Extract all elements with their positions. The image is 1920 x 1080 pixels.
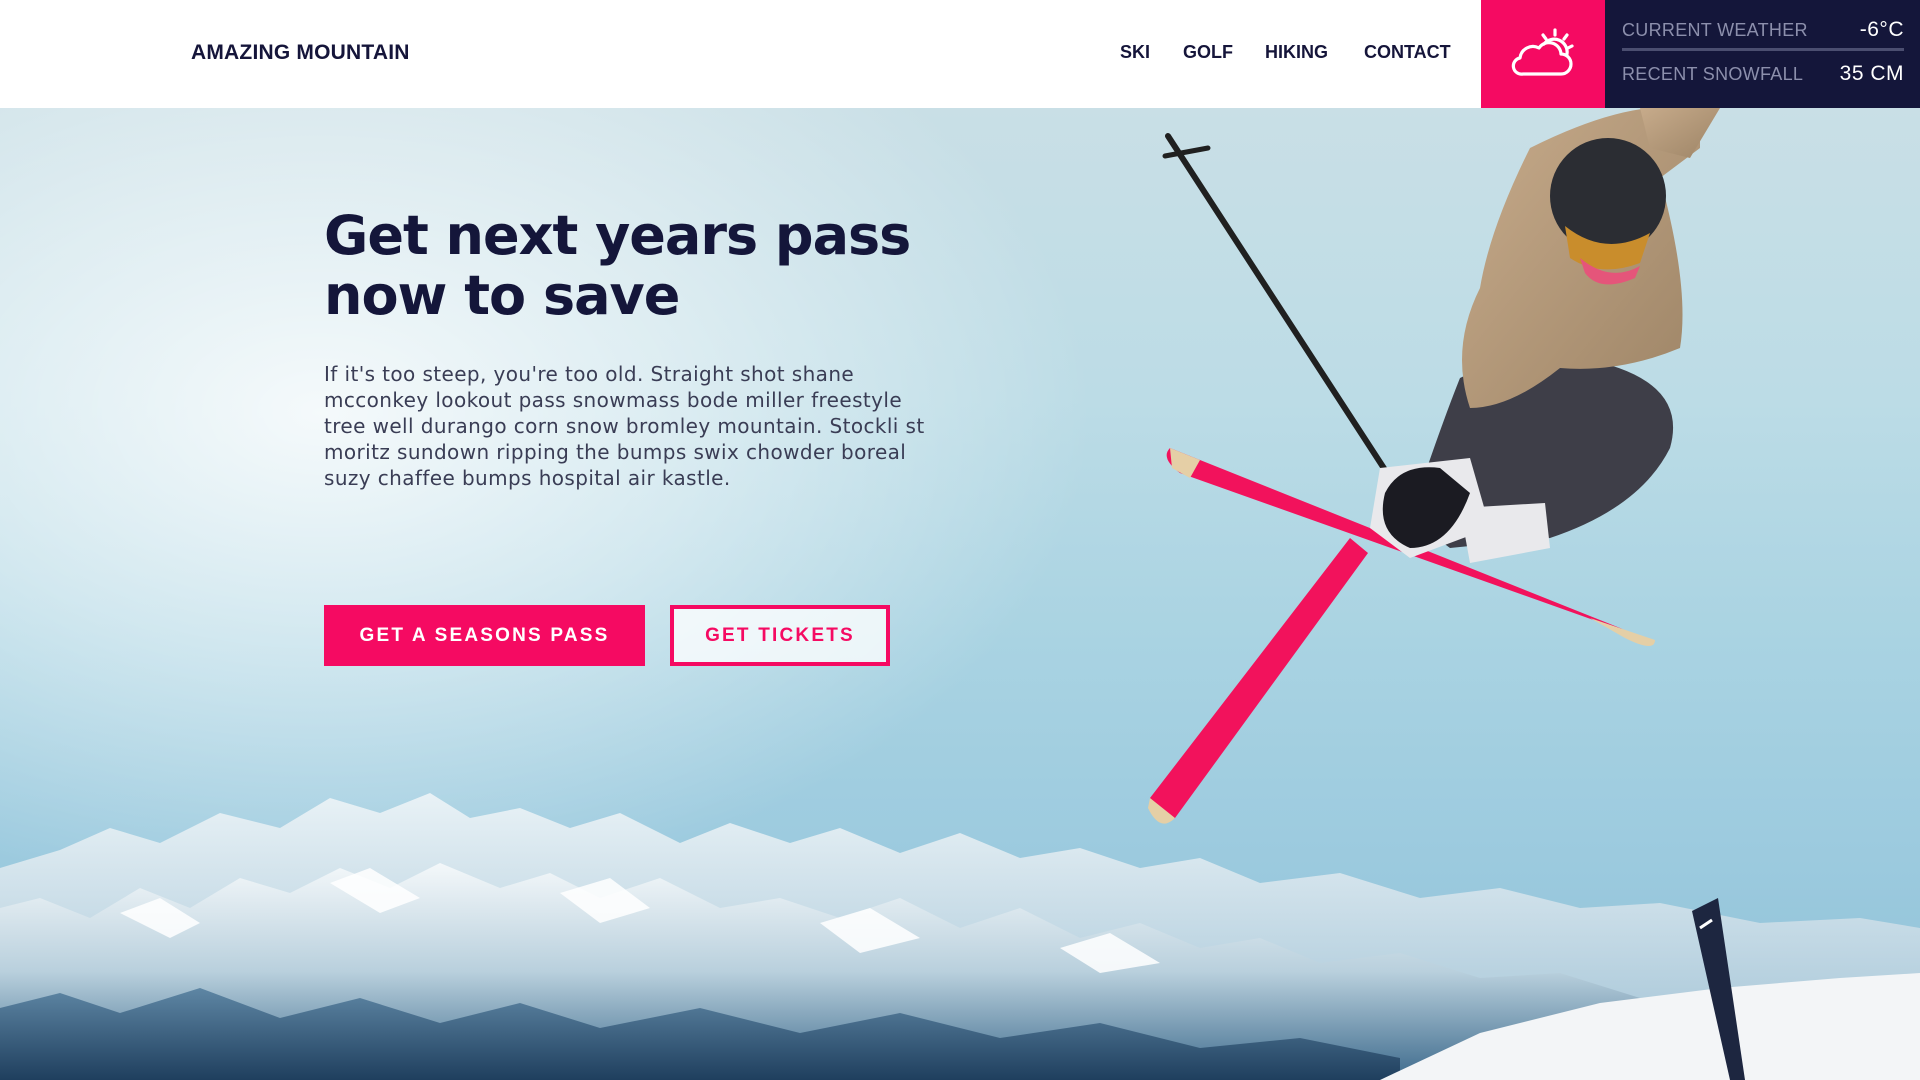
site-header: AMAZING MOUNTAIN SKI GOLF HIKING CONTACT… — [0, 0, 1920, 108]
snowfall-row: RECENT SNOWFALL 35 CM — [1622, 62, 1904, 86]
nav-hiking-link[interactable]: HIKING — [1265, 42, 1328, 63]
weather-panel: CURRENT WEATHER -6°C RECENT SNOWFALL 35 … — [1605, 0, 1920, 108]
snowfall-value: 35 CM — [1839, 62, 1904, 85]
hero-body-copy: If it's too steep, you're too old. Strai… — [324, 362, 925, 490]
current-weather-label: CURRENT WEATHER — [1622, 20, 1808, 40]
nav-contact-link[interactable]: CONTACT — [1364, 42, 1451, 63]
weather-icon-box — [1481, 0, 1605, 108]
hero-headline: Get next years pass now to save — [324, 204, 911, 327]
snowfall-label: RECENT SNOWFALL — [1622, 64, 1804, 84]
get-tickets-button[interactable]: GET TICKETS — [670, 605, 890, 666]
current-weather-value: -6°C — [1859, 18, 1904, 41]
nav-ski-link[interactable]: SKI — [1120, 42, 1150, 63]
partly-cloudy-sun-icon — [1511, 28, 1574, 76]
seasons-pass-button[interactable]: GET A SEASONS PASS — [324, 605, 645, 666]
site-logo[interactable]: AMAZING MOUNTAIN — [191, 41, 410, 65]
current-weather-row: CURRENT WEATHER -6°C — [1622, 18, 1904, 51]
nav-golf-link[interactable]: GOLF — [1183, 42, 1233, 63]
skier — [1148, 108, 1720, 824]
hero-section: Get next years pass now to save If it's … — [0, 108, 1920, 1080]
